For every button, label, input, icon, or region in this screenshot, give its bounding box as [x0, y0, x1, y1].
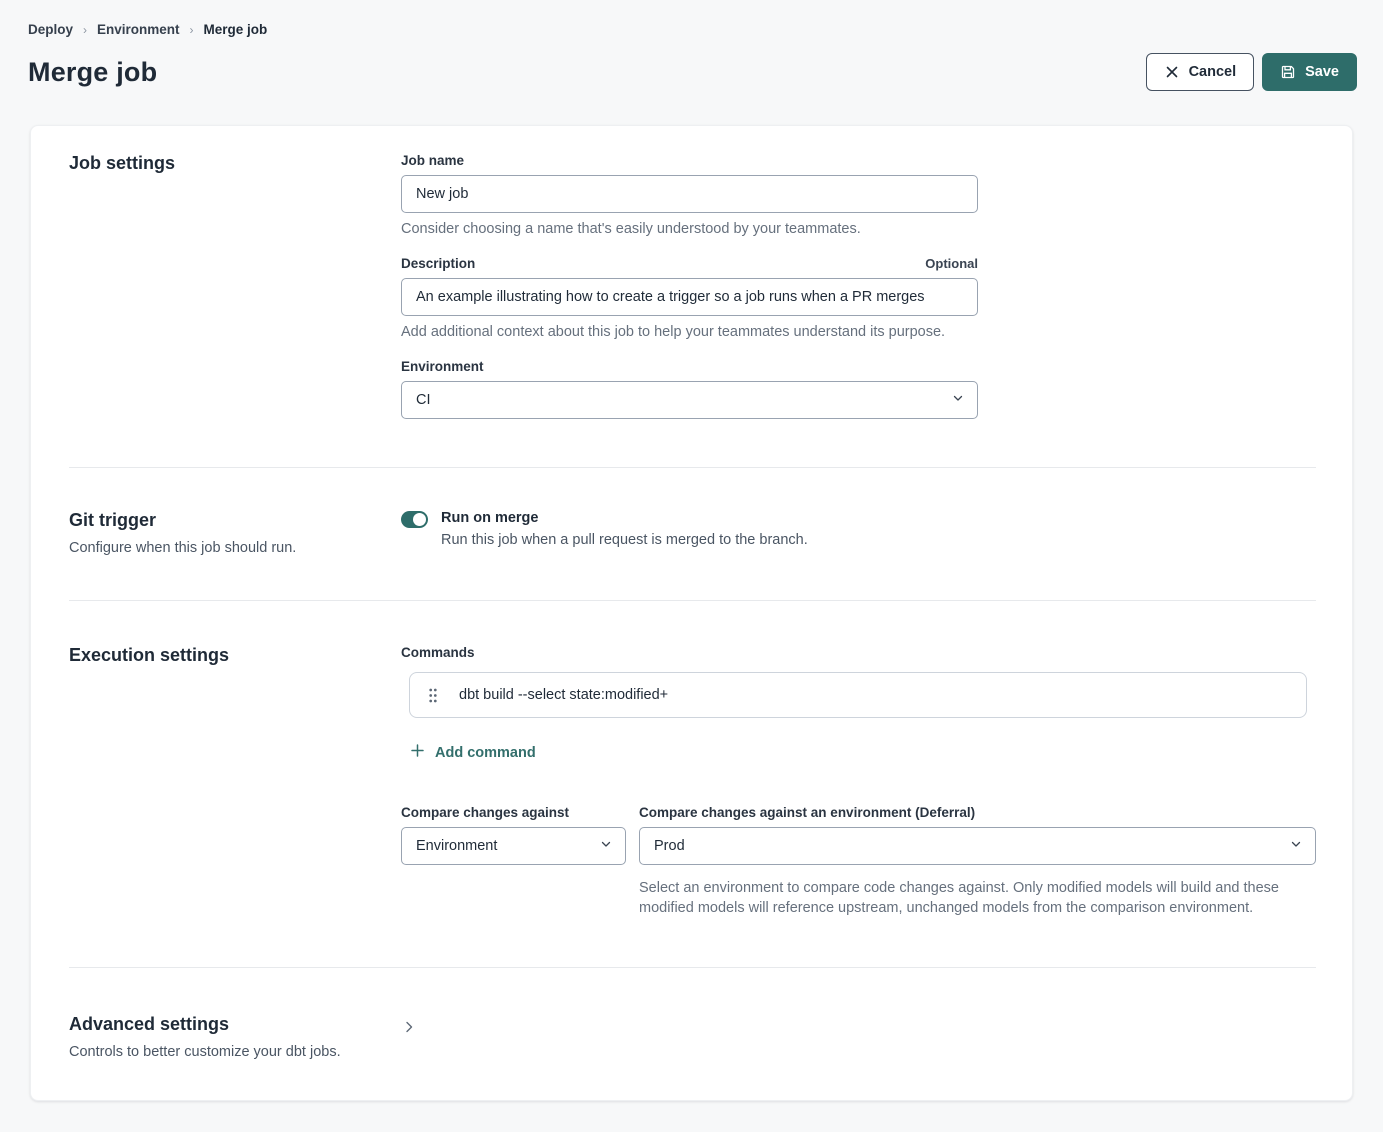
compare-changes-label: Compare changes against: [401, 805, 626, 820]
chevron-right-icon: ›: [83, 23, 87, 37]
command-text[interactable]: dbt build --select state:modified+: [459, 687, 668, 703]
cancel-button[interactable]: Cancel: [1146, 53, 1255, 91]
save-button[interactable]: Save: [1262, 53, 1357, 91]
command-row[interactable]: dbt build --select state:modified+: [409, 672, 1307, 718]
section-job-settings: Job settings Job name Consider choosing …: [69, 126, 1316, 467]
description-input[interactable]: [401, 278, 978, 316]
job-form-card: Job settings Job name Consider choosing …: [30, 125, 1353, 1101]
job-name-label: Job name: [401, 153, 978, 168]
breadcrumb: Deploy › Environment › Merge job: [28, 22, 1357, 37]
breadcrumb-deploy[interactable]: Deploy: [28, 22, 73, 37]
page-title: Merge job: [28, 57, 157, 88]
description-helper: Add additional context about this job to…: [401, 324, 978, 340]
plus-icon: [410, 743, 425, 762]
job-settings-heading: Job settings: [69, 153, 401, 174]
drag-handle-icon[interactable]: [428, 687, 438, 704]
section-advanced-settings: Advanced settings Controls to better cus…: [69, 967, 1316, 1100]
description-field-group: Description Optional Add additional cont…: [401, 256, 978, 340]
chevron-down-icon: [600, 838, 612, 854]
environment-field-group: Environment CI: [401, 359, 978, 419]
description-label: Description: [401, 256, 475, 271]
deferral-field-group: Compare changes against an environment (…: [639, 805, 1316, 919]
environment-select-value: CI: [416, 392, 431, 408]
breadcrumb-environment[interactable]: Environment: [97, 22, 180, 37]
toggle-knob: [413, 513, 426, 526]
environment-select[interactable]: CI: [401, 381, 978, 419]
header-actions: Cancel Save: [1146, 53, 1357, 91]
run-on-merge-row: Run on merge Run this job when a pull re…: [401, 510, 1316, 548]
job-name-field-group: Job name Consider choosing a name that's…: [401, 153, 978, 237]
add-command-button[interactable]: Add command: [410, 743, 536, 762]
run-on-merge-label: Run on merge: [441, 510, 808, 526]
compare-changes-select-value: Environment: [416, 838, 497, 854]
deferral-select[interactable]: Prod: [639, 827, 1316, 865]
compare-changes-field-group: Compare changes against Environment: [401, 805, 626, 919]
run-on-merge-description: Run this job when a pull request is merg…: [441, 532, 808, 548]
description-optional-tag: Optional: [925, 256, 978, 271]
close-icon: [1164, 64, 1180, 80]
commands-label: Commands: [401, 645, 1316, 660]
advanced-settings-heading[interactable]: Advanced settings: [69, 1014, 401, 1035]
section-execution-settings: Execution settings Commands dbt build --…: [69, 600, 1316, 967]
deferral-label: Compare changes against an environment (…: [639, 805, 1316, 820]
cancel-button-label: Cancel: [1189, 64, 1237, 80]
git-trigger-subheading: Configure when this job should run.: [69, 540, 401, 556]
save-icon: [1280, 64, 1296, 80]
advanced-settings-subheading: Controls to better customize your dbt jo…: [69, 1044, 401, 1060]
section-git-trigger: Git trigger Configure when this job shou…: [69, 467, 1316, 600]
deferral-select-value: Prod: [654, 838, 685, 854]
run-on-merge-toggle[interactable]: [401, 511, 428, 528]
page-header: Deploy › Environment › Merge job Merge j…: [0, 0, 1383, 91]
chevron-right-icon: ›: [190, 23, 194, 37]
breadcrumb-merge-job: Merge job: [204, 22, 268, 37]
save-button-label: Save: [1305, 64, 1339, 80]
job-name-input[interactable]: [401, 175, 978, 213]
expand-chevron-right-icon[interactable]: [401, 1019, 417, 1060]
chevron-down-icon: [1290, 838, 1302, 854]
chevron-down-icon: [952, 392, 964, 408]
execution-settings-heading: Execution settings: [69, 645, 401, 666]
compare-changes-select[interactable]: Environment: [401, 827, 626, 865]
deferral-helper: Select an environment to compare code ch…: [639, 878, 1316, 919]
job-name-helper: Consider choosing a name that's easily u…: [401, 221, 978, 237]
environment-label: Environment: [401, 359, 978, 374]
add-command-label: Add command: [435, 745, 536, 761]
git-trigger-heading: Git trigger: [69, 510, 401, 531]
